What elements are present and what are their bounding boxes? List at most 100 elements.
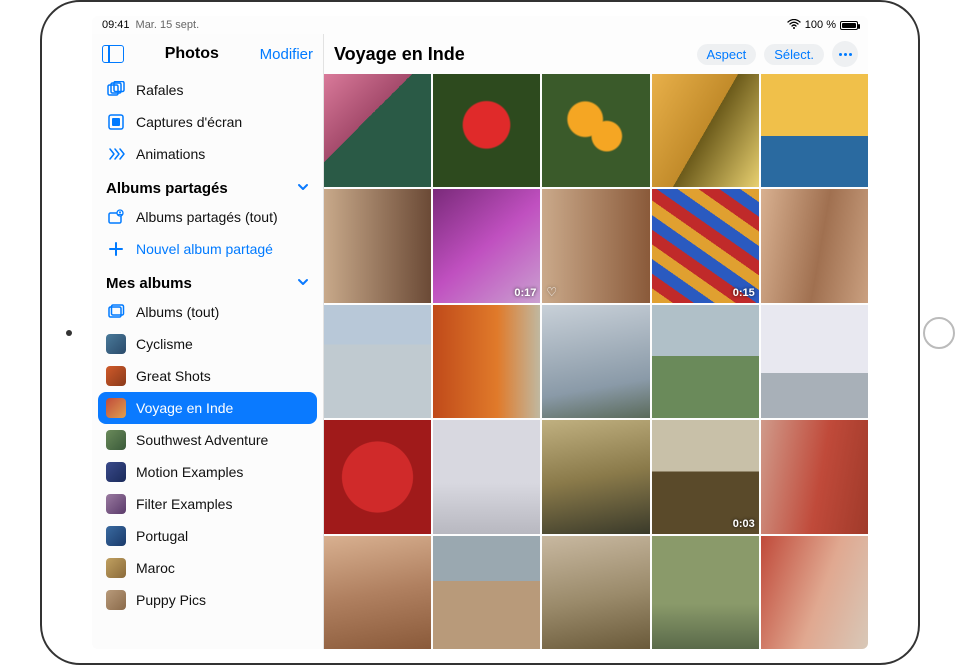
photo-tile[interactable]	[324, 74, 431, 187]
sidebar-item-album[interactable]: Great Shots	[98, 360, 317, 392]
sidebar-item-screenshot[interactable]: Captures d'écran	[98, 106, 317, 138]
sidebar-item-label: Cyclisme	[136, 336, 193, 352]
animation-icon	[106, 144, 126, 164]
shared-album-icon	[106, 207, 126, 227]
photo-tile[interactable]	[433, 305, 540, 418]
section-shared-albums[interactable]: Albums partagés	[98, 170, 317, 201]
sidebar-item-label: Rafales	[136, 82, 183, 98]
photo-tile[interactable]	[433, 420, 540, 533]
favorite-icon: ♡	[546, 285, 557, 299]
edit-button[interactable]: Modifier	[260, 46, 313, 63]
album-thumbnail	[106, 462, 126, 482]
sidebar-item-label: Maroc	[136, 560, 175, 576]
photo-tile[interactable]: ♡	[542, 189, 649, 302]
photo-tile[interactable]: 0:03	[652, 420, 759, 533]
album-thumbnail	[106, 398, 126, 418]
status-bar: 09:41 Mar. 15 sept. 100 %	[92, 16, 868, 34]
sidebar-item-album[interactable]: Cyclisme	[98, 328, 317, 360]
battery-pct: 100 %	[805, 19, 836, 31]
sidebar-item-album[interactable]: Southwest Adventure	[98, 424, 317, 456]
screenshot-icon	[106, 112, 126, 132]
sidebar-item-label: Albums partagés (tout)	[136, 209, 278, 225]
ellipsis-icon	[839, 53, 852, 56]
chevron-down-icon	[297, 180, 309, 197]
new-shared-album-button[interactable]: Nouvel album partagé	[98, 233, 317, 265]
wifi-icon	[787, 19, 801, 32]
photo-tile[interactable]	[433, 74, 540, 187]
sidebar-item-label: Southwest Adventure	[136, 432, 268, 448]
more-button[interactable]	[832, 41, 858, 67]
photo-tile[interactable]	[761, 189, 868, 302]
select-button[interactable]: Sélect.	[764, 44, 824, 65]
sidebar-item-album[interactable]: Motion Examples	[98, 456, 317, 488]
sidebar-item-label: Puppy Pics	[136, 592, 206, 608]
album-thumbnail	[106, 366, 126, 386]
sidebar-item-album[interactable]: Puppy Pics	[98, 584, 317, 616]
sidebar-item-album[interactable]: Maroc	[98, 552, 317, 584]
sidebar-item-album[interactable]: Filter Examples	[98, 488, 317, 520]
photo-tile[interactable]	[324, 420, 431, 533]
sidebar-item-album[interactable]: Portugal	[98, 520, 317, 552]
sidebar-item-label: Filter Examples	[136, 496, 232, 512]
home-button[interactable]	[923, 317, 955, 349]
album-title: Voyage en Inde	[334, 44, 689, 65]
photo-tile[interactable]	[652, 305, 759, 418]
plus-icon	[106, 239, 126, 259]
sidebar-title: Photos	[132, 45, 252, 63]
sidebar-toggle-icon[interactable]	[102, 45, 124, 63]
front-camera	[66, 330, 72, 336]
sidebar-item-label: Albums (tout)	[136, 304, 219, 320]
album-thumbnail	[106, 430, 126, 450]
aspect-button[interactable]: Aspect	[697, 44, 757, 65]
sidebar-item-label: Captures d'écran	[136, 114, 242, 130]
photo-tile[interactable]	[542, 305, 649, 418]
sidebar-item-label: Motion Examples	[136, 464, 243, 480]
video-duration-badge: 0:15	[733, 287, 755, 299]
sidebar-item-animation[interactable]: Animations	[98, 138, 317, 170]
sidebar-item-shared-all[interactable]: Albums partagés (tout)	[98, 201, 317, 233]
status-date: Mar. 15 sept.	[136, 19, 200, 31]
sidebar-item-label: Nouvel album partagé	[136, 241, 273, 257]
photo-tile[interactable]	[542, 420, 649, 533]
photo-tile[interactable]	[761, 74, 868, 187]
sidebar-item-album[interactable]: Albums (tout)	[98, 296, 317, 328]
sidebar: Photos Modifier Rafales Captures d'écran A…	[92, 34, 324, 649]
photo-tile[interactable]	[433, 536, 540, 649]
video-duration-badge: 0:03	[733, 518, 755, 530]
status-time: 09:41	[102, 19, 130, 31]
sidebar-item-label: Portugal	[136, 528, 188, 544]
photo-grid[interactable]: 0:17 ♡ 0:15 0:03	[324, 74, 868, 649]
photo-tile[interactable]	[652, 536, 759, 649]
photo-tile[interactable]: 0:15	[652, 189, 759, 302]
photo-tile[interactable]	[761, 305, 868, 418]
ipad-frame: 09:41 Mar. 15 sept. 100 % Photos Modifie…	[40, 0, 920, 665]
section-label: Albums partagés	[106, 180, 228, 197]
section-my-albums[interactable]: Mes albums	[98, 265, 317, 296]
album-thumbnail	[106, 526, 126, 546]
photo-tile[interactable]	[761, 420, 868, 533]
album-thumbnail	[106, 590, 126, 610]
sidebar-item-album[interactable]: Voyage en Inde	[98, 392, 317, 424]
screen: 09:41 Mar. 15 sept. 100 % Photos Modifie…	[92, 16, 868, 649]
albums-all-icon	[106, 302, 126, 322]
photo-tile[interactable]	[324, 536, 431, 649]
sidebar-item-label: Great Shots	[136, 368, 211, 384]
photo-tile[interactable]	[542, 74, 649, 187]
photos-app: Photos Modifier Rafales Captures d'écran A…	[92, 34, 868, 649]
album-thumbnail	[106, 334, 126, 354]
photo-tile[interactable]	[761, 536, 868, 649]
section-label: Mes albums	[106, 275, 192, 292]
photo-tile[interactable]	[542, 536, 649, 649]
album-thumbnail	[106, 494, 126, 514]
burst-icon	[106, 80, 126, 100]
sidebar-list[interactable]: Rafales Captures d'écran Animations Albums …	[92, 74, 323, 649]
photo-tile[interactable]	[652, 74, 759, 187]
chevron-down-icon	[297, 275, 309, 292]
sidebar-toolbar: Photos Modifier	[92, 34, 323, 74]
photo-tile[interactable]	[324, 189, 431, 302]
sidebar-item-burst[interactable]: Rafales	[98, 74, 317, 106]
photo-tile[interactable]: 0:17	[433, 189, 540, 302]
sidebar-item-label: Voyage en Inde	[136, 400, 233, 416]
photo-tile[interactable]	[324, 305, 431, 418]
battery-icon	[840, 21, 858, 30]
